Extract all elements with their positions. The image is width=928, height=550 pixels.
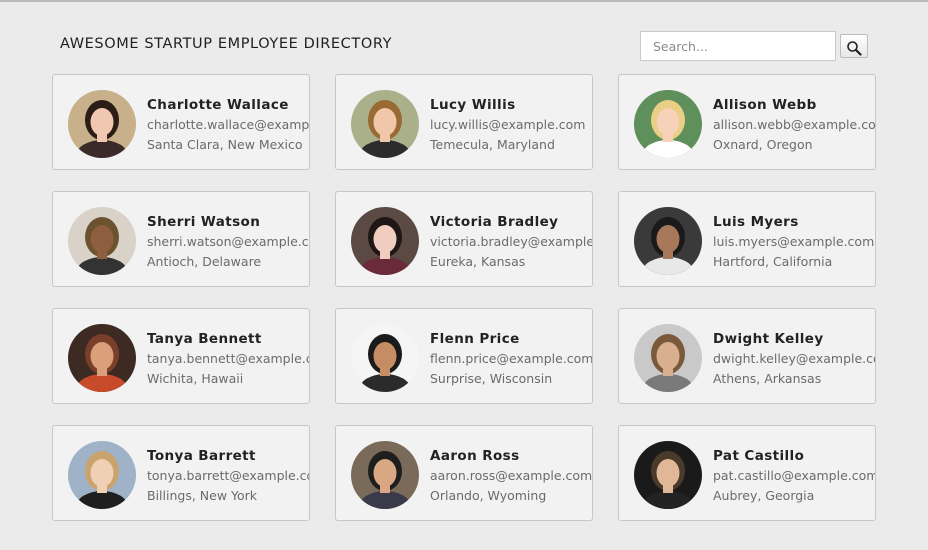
employee-location: Oxnard, Oregon bbox=[713, 137, 813, 152]
employee-info: Luis Myers luis.myers@example.com Hartford… bbox=[713, 213, 874, 272]
employee-email: flenn.price@example.com bbox=[430, 351, 593, 366]
employee-avatar bbox=[351, 324, 419, 392]
employee-card[interactable]: Dwight Kelley dwight.kelley@example.com At… bbox=[618, 308, 876, 404]
employee-card[interactable]: Tanya Bennett tanya.bennett@example.com Wi… bbox=[52, 308, 310, 404]
employee-email: dwight.kelley@example.com bbox=[713, 351, 876, 366]
search-input[interactable] bbox=[640, 31, 836, 61]
employee-name: Tonya Barrett bbox=[147, 448, 256, 464]
employee-avatar bbox=[634, 324, 702, 392]
employee-location: Eureka, Kansas bbox=[430, 254, 526, 269]
employee-location: Aubrey, Georgia bbox=[713, 488, 815, 503]
page-title: AWESOME STARTUP EMPLOYEE DIRECTORY bbox=[60, 36, 393, 52]
employee-info: Allison Webb allison.webb@example.com Oxna… bbox=[713, 96, 876, 155]
employee-location: Wichita, Hawaii bbox=[147, 371, 244, 386]
employee-card[interactable]: Sherri Watson sherri.watson@example.com An… bbox=[52, 191, 310, 287]
employee-name: Charlotte Wallace bbox=[147, 97, 289, 113]
employee-card[interactable]: Charlotte Wallace charlotte.wallace@examp… bbox=[52, 74, 310, 170]
employee-email: aaron.ross@example.com bbox=[430, 468, 593, 483]
employee-info: Victoria Bradley victoria.bradley@example… bbox=[430, 213, 593, 272]
employee-info: Aaron Ross aaron.ross@example.com Orlando,… bbox=[430, 447, 592, 506]
employee-avatar bbox=[634, 441, 702, 509]
employee-location: Billings, New York bbox=[147, 488, 258, 503]
employee-info: Lucy Willis lucy.willis@example.com Temecu… bbox=[430, 96, 585, 155]
employee-email: tonya.barrett@example.com bbox=[147, 468, 310, 483]
employee-location: Surprise, Wisconsin bbox=[430, 371, 553, 386]
employee-card[interactable]: Luis Myers luis.myers@example.com Hartford… bbox=[618, 191, 876, 287]
employee-avatar bbox=[68, 324, 136, 392]
employee-grid: Charlotte Wallace charlotte.wallace@examp… bbox=[52, 74, 876, 521]
magnifier-icon bbox=[847, 40, 862, 56]
employee-avatar bbox=[68, 90, 136, 158]
employee-name: Luis Myers bbox=[713, 214, 799, 230]
employee-email: luis.myers@example.com bbox=[713, 234, 875, 249]
employee-card[interactable]: Flenn Price flenn.price@example.com Surpri… bbox=[335, 308, 593, 404]
employee-location: Antioch, Delaware bbox=[147, 254, 262, 269]
employee-location: Temecula, Maryland bbox=[430, 137, 555, 152]
employee-name: Tanya Bennett bbox=[147, 331, 262, 347]
employee-avatar bbox=[634, 90, 702, 158]
employee-card[interactable]: Pat Castillo pat.castillo@example.com Aubr… bbox=[618, 425, 876, 521]
employee-location: Athens, Arkansas bbox=[713, 371, 822, 386]
employee-name: Aaron Ross bbox=[430, 448, 520, 464]
employee-info: Flenn Price flenn.price@example.com Surpri… bbox=[430, 330, 593, 389]
employee-location: Orlando, Wyoming bbox=[430, 488, 547, 503]
employee-avatar bbox=[351, 207, 419, 275]
employee-email: allison.webb@example.com bbox=[713, 117, 876, 132]
employee-avatar bbox=[634, 207, 702, 275]
employee-name: Allison Webb bbox=[713, 97, 817, 113]
employee-card[interactable]: Victoria Bradley victoria.bradley@example… bbox=[335, 191, 593, 287]
employee-avatar bbox=[68, 441, 136, 509]
employee-info: Charlotte Wallace charlotte.wallace@examp… bbox=[147, 96, 310, 155]
employee-avatar bbox=[351, 90, 419, 158]
employee-email: tanya.bennett@example.com bbox=[147, 351, 309, 366]
employee-email: pat.castillo@example.com bbox=[713, 468, 876, 483]
employee-card[interactable]: Allison Webb allison.webb@example.com Oxna… bbox=[618, 74, 876, 170]
employee-name: Pat Castillo bbox=[713, 448, 805, 464]
employee-info: Tanya Bennett tanya.bennett@example.com Wi… bbox=[147, 330, 309, 389]
employee-info: Dwight Kelley dwight.kelley@example.com At… bbox=[713, 330, 876, 389]
employee-card[interactable]: Tonya Barrett tonya.barrett@example.com Bi… bbox=[52, 425, 310, 521]
employee-info: Sherri Watson sherri.watson@example.com An… bbox=[147, 213, 309, 272]
employee-email: charlotte.wallace@example.com bbox=[147, 117, 310, 132]
employee-name: Victoria Bradley bbox=[430, 214, 559, 230]
employee-email: victoria.bradley@example.com bbox=[430, 234, 593, 249]
employee-name: Sherri Watson bbox=[147, 214, 261, 230]
employee-email: sherri.watson@example.com bbox=[147, 234, 309, 249]
employee-name: Lucy Willis bbox=[430, 97, 516, 113]
employee-location: Hartford, California bbox=[713, 254, 833, 269]
employee-card[interactable]: Lucy Willis lucy.willis@example.com Temecu… bbox=[335, 74, 593, 170]
search-button[interactable] bbox=[840, 34, 868, 58]
employee-name: Dwight Kelley bbox=[713, 331, 824, 347]
employee-avatar bbox=[68, 207, 136, 275]
employee-name: Flenn Price bbox=[430, 331, 520, 347]
employee-email: lucy.willis@example.com bbox=[430, 117, 586, 132]
employee-info: Tonya Barrett tonya.barrett@example.com Bi… bbox=[147, 447, 310, 506]
employee-avatar bbox=[351, 441, 419, 509]
employee-card[interactable]: Aaron Ross aaron.ross@example.com Orlando,… bbox=[335, 425, 593, 521]
employee-location: Santa Clara, New Mexico bbox=[147, 137, 303, 152]
employee-info: Pat Castillo pat.castillo@example.com Aubr… bbox=[713, 447, 876, 506]
